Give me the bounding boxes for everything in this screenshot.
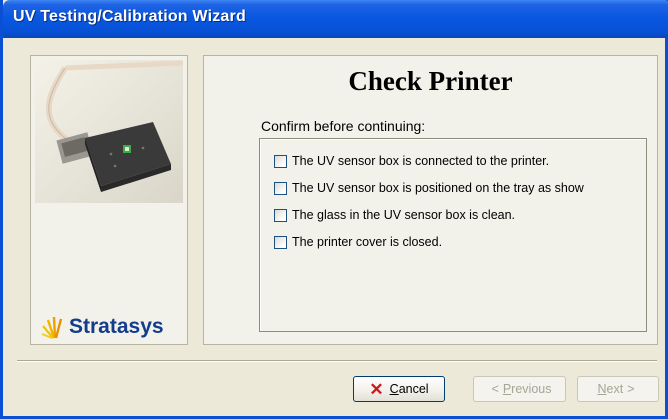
window-title: UV Testing/Calibration Wizard — [13, 8, 246, 25]
checkbox[interactable] — [274, 154, 287, 168]
previous-button[interactable]: < Previous — [473, 376, 566, 402]
cancel-button[interactable]: ✕ Cancel — [353, 376, 445, 402]
title-bar[interactable]: UV Testing/Calibration Wizard — [3, 0, 668, 38]
button-separator — [17, 360, 657, 362]
wizard-window: UV Testing/Calibration Wizard Stratasys … — [0, 0, 668, 419]
checklist-label: The UV sensor box is connected to the pr… — [292, 154, 550, 168]
checklist-label: The printer cover is closed. — [292, 235, 443, 249]
checkbox[interactable] — [274, 208, 287, 222]
side-panel: Stratasys — [30, 55, 188, 345]
previous-label: Previous — [502, 382, 552, 396]
checklist-group: The UV sensor box is connected to the pr… — [259, 138, 647, 332]
x-icon: ✕ — [369, 379, 384, 399]
checkbox[interactable] — [274, 235, 287, 249]
checklist-item-positioned[interactable]: The UV sensor box is positioned on the t… — [274, 179, 584, 197]
checklist-label: The UV sensor box is positioned on the t… — [292, 181, 584, 195]
checklist-item-glass-clean[interactable]: The glass in the UV sensor box is clean. — [274, 206, 515, 224]
stratasys-logo-icon — [41, 316, 63, 339]
checklist-item-cover-closed[interactable]: The printer cover is closed. — [274, 233, 442, 251]
page-title: Check Printer — [348, 66, 513, 96]
chevron-left-icon: < — [491, 382, 499, 396]
next-label: Next — [597, 382, 624, 396]
checkbox[interactable] — [274, 181, 287, 195]
next-button[interactable]: Next > — [577, 376, 659, 402]
content-panel: Check Printer Confirm before continuing:… — [203, 55, 658, 345]
uv-sensor-photo — [35, 60, 183, 203]
logo-text: Stratasys — [69, 315, 164, 338]
checklist-label: The glass in the UV sensor box is clean. — [292, 208, 516, 222]
checklist-item-connected[interactable]: The UV sensor box is connected to the pr… — [274, 152, 549, 170]
chevron-right-icon: > — [627, 382, 635, 396]
confirm-label: Confirm before continuing: — [261, 118, 426, 134]
stratasys-logo: Stratasys — [41, 314, 164, 340]
cancel-label: Cancel — [389, 382, 429, 396]
